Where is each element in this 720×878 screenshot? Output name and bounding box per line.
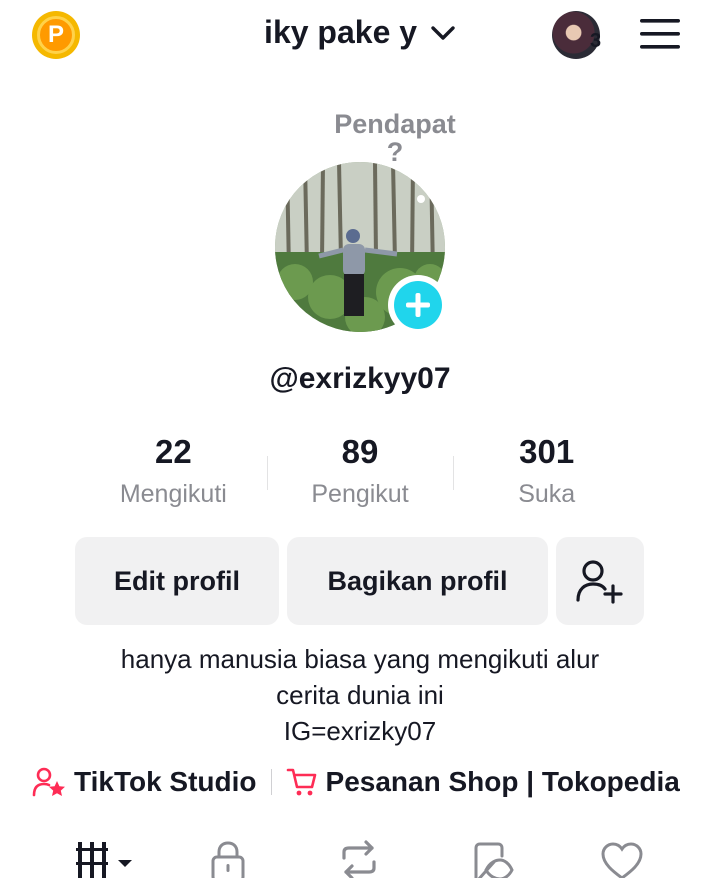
content-tabs: [0, 836, 720, 878]
stat-value: 22: [154, 433, 192, 470]
profile-bio: hanya manusia biasa yang mengikuti alur …: [40, 641, 680, 749]
stat-label: Pengikut: [311, 480, 409, 508]
stats-row: 22 Mengikuti 89 Pengikut 301 Suka: [80, 430, 640, 520]
stat-followers[interactable]: 89 Pengikut: [267, 430, 454, 520]
add-user-icon: [576, 560, 623, 604]
stat-value: 301: [519, 433, 575, 470]
lock-icon[interactable]: [208, 840, 248, 878]
bio-line: IG=exrizky07: [283, 716, 437, 746]
tiktok-studio-link[interactable]: TikTok Studio: [32, 766, 257, 798]
link-separator: [270, 769, 272, 795]
edit-profile-button[interactable]: Edit profil: [75, 537, 279, 625]
add-story-button[interactable]: [388, 275, 448, 335]
opinion-question: ?: [386, 137, 404, 167]
stat-value: 89: [341, 433, 379, 470]
stat-likes[interactable]: 301 Suka: [453, 430, 640, 520]
opinion-text: Pendapat: [334, 109, 456, 139]
repost-icon[interactable]: [338, 840, 380, 878]
profile-handle: @exrizkyy07: [269, 362, 451, 395]
tiktok-studio-label: TikTok Studio: [74, 766, 257, 797]
cart-icon: [286, 768, 316, 796]
heart-icon[interactable]: [600, 840, 644, 878]
stat-divider: [453, 456, 454, 490]
creator-star-icon: [32, 767, 65, 797]
hamburger-menu-icon[interactable]: [640, 18, 680, 50]
bio-line: cerita dunia ini: [276, 680, 444, 710]
stat-following[interactable]: 22 Mengikuti: [80, 430, 267, 520]
account-username: iky pake y: [264, 14, 418, 51]
stat-divider: [267, 456, 268, 490]
profile-links: TikTok Studio Pesanan Shop | Tokopedia: [32, 760, 680, 804]
plus-icon: [394, 281, 442, 329]
add-friend-button[interactable]: [556, 537, 644, 625]
account-switcher[interactable]: iky pake y: [0, 12, 720, 51]
hidden-icon[interactable]: [472, 840, 514, 878]
chevron-down-icon: [431, 25, 455, 40]
shop-orders-label: Pesanan Shop | Tokopedia: [325, 766, 680, 797]
stat-label: Suka: [518, 480, 576, 508]
stat-label: Mengikuti: [119, 480, 227, 508]
share-profile-button[interactable]: Bagikan profil: [287, 537, 548, 625]
shop-orders-link[interactable]: Pesanan Shop | Tokopedia: [286, 766, 680, 798]
bio-line: hanya manusia biasa yang mengikuti alur: [120, 644, 600, 674]
grid-icon[interactable]: [76, 840, 134, 878]
avatar-count-badge: 3: [590, 30, 602, 52]
opinion-bubble[interactable]: Pendapat ?: [315, 110, 475, 166]
top-bar: P iky pake y 3: [0, 0, 720, 70]
